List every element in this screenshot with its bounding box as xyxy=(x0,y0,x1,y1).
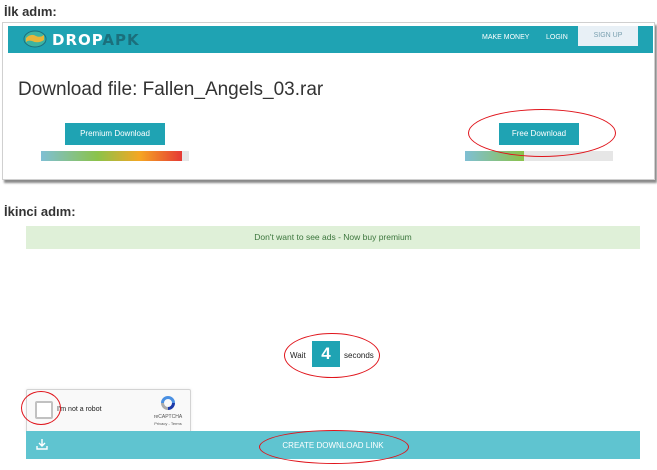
premium-speed-fill xyxy=(41,151,182,161)
step-2-screenshot: Don't want to see ads - Now buy premium … xyxy=(2,222,653,468)
countdown-seconds: 4 xyxy=(312,341,340,367)
recaptcha-brand: reCAPTCHA xyxy=(153,414,183,420)
free-download-button[interactable]: Free Download xyxy=(499,123,579,145)
wait-suffix: seconds xyxy=(344,351,374,360)
step-1-label: İlk adım: xyxy=(4,4,57,19)
free-speed-fill xyxy=(465,151,525,161)
logo-accent-text: APK xyxy=(102,31,140,49)
download-file-title: Download file: Fallen_Angels_03.rar xyxy=(18,79,324,100)
top-navbar: DROPAPK MAKE MONEY LOGIN SIGN UP xyxy=(8,26,653,53)
recaptcha-logo-icon xyxy=(161,396,175,410)
premium-download-button[interactable]: Premium Download xyxy=(65,123,165,145)
step-2-label: İkinci adım: xyxy=(4,204,76,219)
premium-speed-bar xyxy=(41,151,189,161)
nav-sign-up-button[interactable]: SIGN UP xyxy=(578,26,638,46)
recaptcha-terms-link[interactable]: Privacy - Terms xyxy=(151,421,185,426)
nav-login[interactable]: LOGIN xyxy=(546,34,568,41)
globe-logo-icon xyxy=(23,30,47,48)
create-download-link-label: CREATE DOWNLOAD LINK xyxy=(282,441,384,450)
wait-prefix: Wait xyxy=(290,351,306,360)
site-logo[interactable]: DROPAPK xyxy=(52,31,140,49)
create-download-link-button[interactable]: CREATE DOWNLOAD LINK xyxy=(26,431,640,459)
logo-main-text: DROP xyxy=(52,31,103,49)
recaptcha-checkbox[interactable] xyxy=(35,401,53,419)
step-1-screenshot: DROPAPK MAKE MONEY LOGIN SIGN UP Downloa… xyxy=(2,22,655,180)
ad-banner[interactable]: Don't want to see ads - Now buy premium xyxy=(26,226,640,249)
free-speed-bar xyxy=(465,151,613,161)
recaptcha-widget: I'm not a robot reCAPTCHA Privacy - Term… xyxy=(26,389,191,433)
recaptcha-label: I'm not a robot xyxy=(57,406,102,413)
nav-make-money[interactable]: MAKE MONEY xyxy=(482,34,529,41)
